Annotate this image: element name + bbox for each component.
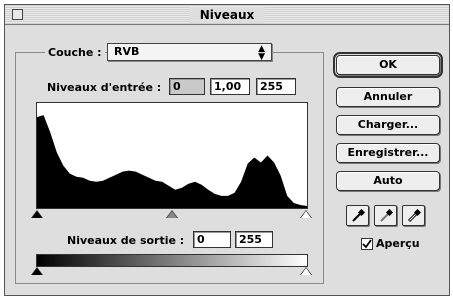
ok-button[interactable]: OK	[333, 52, 443, 78]
input-black-handle[interactable]	[32, 211, 42, 218]
auto-button[interactable]: Auto	[336, 171, 440, 191]
channel-value: RVB	[114, 45, 140, 58]
preview-checkbox[interactable]	[361, 238, 373, 250]
output-white-handle[interactable]	[301, 268, 311, 275]
checkmark-icon	[362, 239, 372, 249]
cancel-button[interactable]: Annuler	[336, 87, 440, 107]
histogram-area	[37, 115, 307, 208]
input-gamma-field[interactable]: 1,00	[210, 78, 250, 95]
channel-label: Couche :	[45, 46, 105, 59]
input-white-handle[interactable]	[301, 211, 311, 218]
input-black-field[interactable]: 0	[169, 78, 205, 95]
load-button[interactable]: Charger...	[336, 115, 440, 135]
levels-dialog: Niveaux Couche : RVB ▲ ▼ Niveaux d'entrée…	[4, 4, 450, 296]
preview-label[interactable]: Aperçu	[376, 237, 420, 250]
window-title: Niveaux	[189, 7, 265, 23]
output-white-field[interactable]: 255	[235, 231, 273, 248]
black-eyedropper-button[interactable]	[346, 205, 369, 226]
white-eyedropper-icon	[407, 209, 421, 223]
histogram	[36, 102, 308, 209]
black-eyedropper-icon	[352, 209, 365, 222]
input-levels-label: Niveaux d'entrée :	[47, 81, 162, 94]
gray-eyedropper-icon	[380, 209, 393, 222]
output-levels-label: Niveaux de sortie :	[67, 234, 185, 247]
title-bar[interactable]: Niveaux	[5, 5, 449, 25]
channel-select[interactable]: RVB ▲ ▼	[107, 43, 272, 62]
input-white-field[interactable]: 255	[256, 78, 296, 95]
white-eyedropper-button[interactable]	[402, 205, 425, 226]
close-box-icon[interactable]	[12, 9, 23, 20]
gray-eyedropper-button[interactable]	[374, 205, 397, 226]
select-arrows-icon: ▲ ▼	[258, 44, 265, 62]
save-button[interactable]: Enregistrer...	[336, 143, 440, 163]
output-gradient-bar	[36, 254, 308, 267]
output-black-field[interactable]: 0	[193, 231, 231, 248]
output-black-handle[interactable]	[32, 268, 42, 275]
input-gamma-handle[interactable]	[167, 211, 177, 218]
histogram-graph	[37, 115, 307, 208]
